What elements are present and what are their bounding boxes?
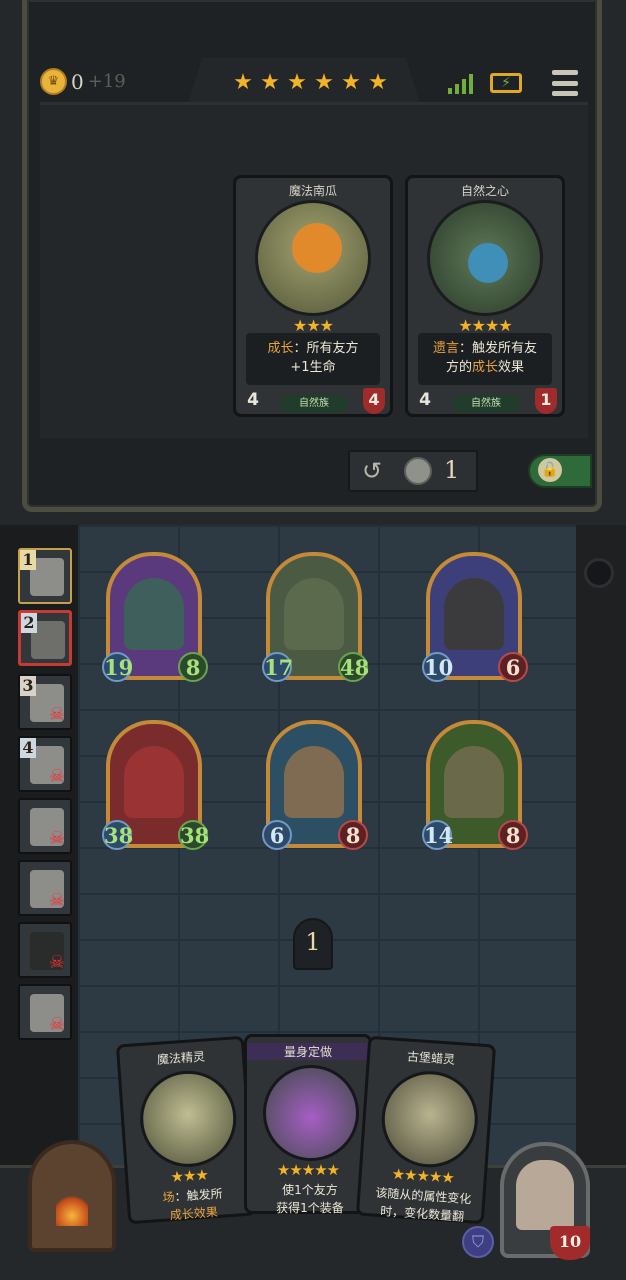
minion-attack: 10	[422, 652, 453, 682]
spell-art	[263, 1065, 359, 1161]
gold-display: ♛ 0 +19	[40, 68, 126, 95]
minion-attack: 14	[422, 820, 453, 850]
skull-icon: ☠	[48, 704, 66, 725]
card-attack: 4	[247, 390, 259, 410]
minion-health: 8	[498, 820, 528, 850]
card-description: 成长：所有友方 +1生命	[246, 333, 380, 385]
minion-attack: 19	[102, 652, 133, 682]
fairy-art	[136, 1067, 240, 1171]
skull-icon: ☠	[48, 952, 66, 973]
card-name: 量身定做	[247, 1043, 369, 1060]
minion-health: 8	[178, 652, 208, 682]
refresh-cost: 1	[444, 456, 460, 484]
minion-health: 38	[178, 820, 209, 850]
card-health: 4	[363, 388, 385, 414]
star-icon: ★	[260, 70, 280, 95]
minion-health: 48	[338, 652, 369, 682]
hero-health: 10	[550, 1226, 590, 1260]
card-name: 自然之心	[460, 184, 509, 198]
lock-icon: 🔓	[538, 458, 562, 482]
card-art	[427, 200, 543, 316]
crown-coin-icon: ♛	[40, 68, 67, 95]
card-name: 古堡蜡灵	[406, 1049, 456, 1067]
opponent-slot[interactable]: ☠	[18, 984, 72, 1040]
pumpkin-art	[292, 223, 342, 273]
shop-card-magic-pumpkin[interactable]: 魔法南瓜 ★★★ 成长：所有友方 +1生命 4 自然族 4	[233, 175, 393, 417]
card-description: 遗言：触发所有友 方的成长效果	[418, 333, 552, 385]
card-health: 1	[535, 388, 557, 414]
hand-card-tailor-made[interactable]: 量身定做 ★★★★★ 使1个友方 获得1个装备	[244, 1034, 372, 1215]
opponent-rank: 1	[20, 550, 36, 570]
menu-icon[interactable]	[552, 70, 578, 96]
turn-number: 1	[305, 928, 321, 956]
signal-bars-icon	[448, 72, 473, 94]
shop-panel: ♛ 0 +19 ★ ★ ★ ★ ★ ★ ⚡ 魔法南瓜 ★★★ 成长：所有友方 +…	[0, 0, 626, 525]
opponent-slot[interactable]: 4 ☠	[18, 736, 72, 792]
card-art	[255, 200, 371, 316]
opponent-slot[interactable]: ☠	[18, 798, 72, 854]
refresh-icon: ↺	[361, 457, 383, 485]
opponent-rank: 2	[21, 613, 37, 633]
opponent-slot[interactable]: 1	[18, 548, 72, 604]
card-name: 魔法精灵	[156, 1049, 206, 1067]
card-name: 魔法南瓜	[288, 184, 337, 198]
board-minion[interactable]: 17 48	[262, 552, 369, 682]
board-minion[interactable]: 14 8	[422, 720, 528, 850]
card-description: 使1个友方 获得1个装备	[276, 1183, 344, 1215]
opponent-rank: 4	[20, 738, 36, 758]
minion-attack: 6	[262, 820, 292, 850]
hero-face	[516, 1160, 574, 1230]
minion-portrait	[124, 578, 184, 650]
right-wall	[576, 525, 626, 1165]
vine-orb-art	[468, 243, 508, 283]
board-minion[interactable]: 6 8	[262, 720, 368, 850]
opponent-slot[interactable]: ☠	[18, 922, 72, 978]
card-tribe: 自然族	[452, 395, 520, 412]
shield-icon[interactable]: ⛉	[462, 1226, 494, 1258]
card-stars: ★★★★★	[276, 1161, 340, 1179]
minion-attack: 38	[102, 820, 133, 850]
minion-portrait	[124, 746, 184, 818]
card-tribe: 自然族	[280, 395, 348, 412]
minion-portrait	[444, 746, 504, 818]
minion-health: 8	[338, 820, 368, 850]
hand-card-castle-spirit[interactable]: 古堡蜡灵 ★★★★★ 该随从的属性变化 时，变化数量翻	[355, 1035, 497, 1225]
board-minion[interactable]: 38 38	[102, 720, 209, 850]
star-icon: ★	[341, 70, 361, 95]
star-icon: ★	[368, 70, 388, 95]
minion-health: 6	[498, 652, 528, 682]
skull-icon: ☠	[48, 890, 66, 911]
skull-icon: ☠	[48, 1014, 66, 1035]
shop-card-heart-of-nature[interactable]: 自然之心 ★★★★ 遗言：触发所有友 方的成长效果 4 自然族 1	[405, 175, 565, 417]
board-minion[interactable]: 19 8	[102, 552, 208, 682]
skull-icon: ☠	[48, 766, 66, 787]
skull-icon: ☠	[48, 828, 66, 849]
knob-icon	[584, 558, 614, 588]
opponent-slot[interactable]: ☠	[18, 860, 72, 916]
gold-income: +19	[87, 71, 126, 92]
hand-card-magic-fairy[interactable]: 魔法精灵 ★★★ 场：触发所 成长效果	[115, 1035, 257, 1225]
minion-attack: 17	[262, 652, 293, 682]
card-attack: 4	[419, 390, 431, 410]
star-icon: ★	[233, 70, 253, 95]
fire-icon	[56, 1192, 88, 1226]
minion-portrait	[444, 578, 504, 650]
opponent-slot-active[interactable]: 2	[18, 610, 72, 666]
star-icon: ★	[287, 70, 307, 95]
tavern-tier-stars: ★ ★ ★ ★ ★ ★	[232, 72, 389, 94]
board-minion[interactable]: 10 6	[422, 552, 528, 682]
star-icon: ★	[314, 70, 334, 95]
opponent-rank: 3	[20, 676, 36, 696]
battery-charging-icon: ⚡	[490, 73, 522, 93]
minion-portrait	[284, 746, 344, 818]
gold-count: 0	[71, 69, 84, 94]
coin-icon	[404, 457, 432, 485]
opponent-slot[interactable]: 3 ☠	[18, 674, 72, 730]
pumpkin-ghost-art	[378, 1068, 481, 1171]
minion-portrait	[284, 578, 344, 650]
